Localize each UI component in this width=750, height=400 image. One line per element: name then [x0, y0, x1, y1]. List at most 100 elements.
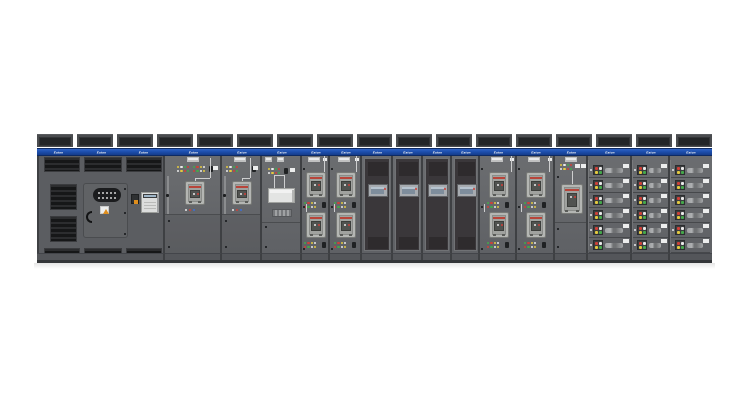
mccb-lamp — [643, 216, 645, 218]
roof-vent-inset — [598, 137, 630, 146]
connector-pin — [106, 197, 108, 199]
brand-band: Eaton — [262, 148, 302, 156]
mccb-lamp — [681, 171, 683, 173]
connector-pin — [102, 192, 104, 194]
roof-vent-panel — [396, 134, 432, 147]
control-wire — [242, 178, 250, 179]
mccb-lamp — [677, 197, 679, 199]
vent-grille — [565, 157, 577, 162]
connector-pin — [114, 197, 116, 199]
nameplate — [581, 164, 586, 168]
row-latch — [634, 169, 636, 171]
breaker-foot — [493, 234, 496, 236]
mccb-lamp — [599, 182, 601, 184]
roof-vent-panel — [596, 134, 632, 147]
distribution-acb-cubicle-2: Eaton — [330, 148, 362, 263]
scene: EatonEatonEatonEatonEatonEatonEatonEaton… — [0, 0, 750, 400]
section-body — [517, 156, 555, 253]
indicator-lamp — [304, 242, 306, 244]
control-wire — [195, 178, 210, 179]
indicator-lamp — [229, 166, 231, 168]
control-wire — [511, 156, 512, 172]
meter-display — [144, 195, 156, 197]
louver-vent — [50, 216, 77, 242]
nameplate — [623, 224, 629, 228]
indicator-lamp — [278, 168, 280, 170]
roof-vent-inset — [39, 137, 71, 146]
louver-vent — [44, 157, 80, 172]
row-latch — [590, 184, 592, 186]
indicator-lamp — [200, 166, 202, 168]
vent-grille — [491, 157, 503, 162]
hmi-screen — [457, 184, 477, 197]
indicator-lamp — [487, 246, 489, 248]
control-switch — [542, 242, 546, 248]
breaker-foot — [236, 201, 239, 203]
feeder-breaker-row — [589, 163, 630, 178]
kick-plate — [632, 253, 670, 260]
mccb-lamp — [639, 201, 641, 203]
vent-grille — [277, 157, 284, 162]
distribution-acb-cubicle-1: Eaton — [302, 148, 330, 263]
indicator-lamp — [187, 166, 189, 168]
roof-vent-inset — [518, 137, 550, 146]
indicator-cluster — [487, 202, 500, 209]
breaker-rating-label — [493, 177, 505, 179]
sections-row: EatonEatonEatonEatonEatonEatonEatonEaton… — [37, 148, 712, 263]
section-body — [480, 156, 517, 253]
indicator-lamp — [560, 168, 562, 170]
indicator-lamp — [271, 168, 273, 170]
instrument-box — [268, 188, 295, 203]
louver-vent — [50, 184, 77, 210]
control-wire — [284, 175, 285, 188]
breaker-rating-label — [530, 177, 542, 179]
terminal-block — [272, 209, 292, 217]
connector-pin — [106, 192, 108, 194]
indicator-lamp — [341, 206, 343, 208]
air-circuit-breaker — [561, 184, 583, 214]
mccb-lamp — [639, 231, 641, 233]
hmi-power-lamp — [415, 188, 417, 190]
mccb-lamp — [639, 171, 641, 173]
kick-plate — [517, 253, 555, 260]
roof-vent-inset — [159, 137, 191, 146]
control-wire — [521, 204, 522, 212]
nameplate — [661, 239, 667, 243]
brand-logo: Eaton — [430, 151, 445, 155]
door-latch — [124, 212, 126, 214]
mccb-lamp — [643, 182, 645, 184]
control-wire — [572, 171, 573, 184]
indicator-lamp — [200, 170, 202, 172]
louver-vent — [84, 157, 122, 172]
mccb-lamp — [595, 167, 597, 169]
brand-logo: Eaton — [459, 151, 474, 155]
breaker-foot — [565, 210, 568, 212]
brand-logo: Eaton — [680, 151, 702, 155]
controller-door-cubicle-2: Eaton — [393, 148, 423, 263]
feeder-breaker-row — [633, 163, 668, 178]
door-latch — [481, 168, 483, 170]
section-body — [393, 156, 423, 253]
brand-logo: Eaton — [90, 151, 112, 155]
indicator-lamp — [494, 202, 496, 204]
roof-vent-inset — [239, 137, 271, 146]
indicator-lamp — [494, 206, 496, 208]
indicator-lamp — [180, 166, 182, 168]
aux-device — [131, 194, 139, 204]
feeder-breaker-row — [671, 178, 710, 193]
breaker-foot — [310, 234, 313, 236]
indicator-lamp — [534, 206, 536, 208]
indicator-lamp — [184, 166, 186, 168]
mccb-lamp — [677, 216, 679, 218]
nameplate — [703, 239, 709, 243]
indicator-lamp — [341, 246, 343, 248]
breaker-control-face — [567, 193, 577, 207]
mccb-lamp — [595, 246, 597, 248]
indicator-lamp — [196, 166, 198, 168]
mccb-lamp — [595, 242, 597, 244]
indicator-lamp — [497, 206, 499, 208]
indicator-cluster — [268, 168, 281, 175]
section-body — [222, 156, 262, 253]
indicator-lamp — [341, 202, 343, 204]
brand-band: Eaton — [393, 148, 423, 156]
